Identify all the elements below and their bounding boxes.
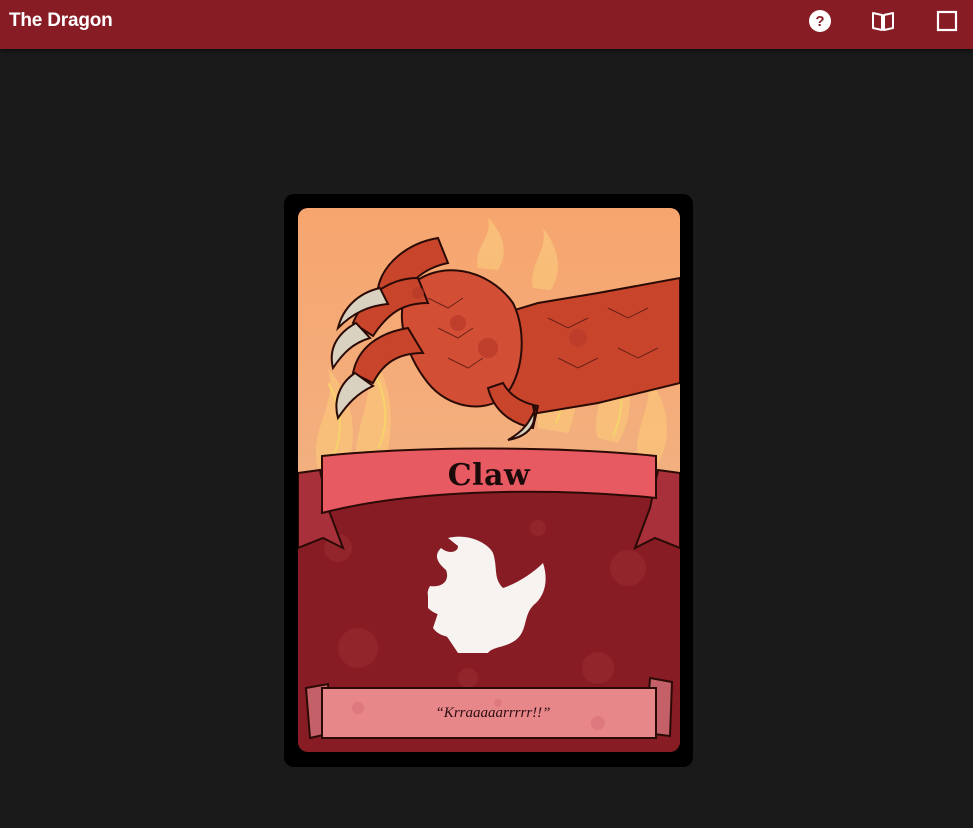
action-card[interactable]: Claw “Krraaaaarrrrr!!” xyxy=(298,208,680,752)
fullscreen-button[interactable] xyxy=(934,8,960,34)
rules-button[interactable] xyxy=(870,8,896,34)
card-name: Claw xyxy=(447,458,531,493)
help-circle-icon: ? xyxy=(809,10,831,32)
svg-text:?: ? xyxy=(815,13,824,30)
page-title: The Dragon xyxy=(9,10,113,31)
top-app-bar: The Dragon ? xyxy=(0,0,973,49)
square-icon xyxy=(936,10,958,32)
help-button[interactable]: ? xyxy=(807,8,833,34)
claw-symbol-icon xyxy=(427,536,546,653)
open-book-icon xyxy=(872,12,894,31)
card-flavor-text: “Krraaaaarrrrr!!” xyxy=(435,705,551,721)
